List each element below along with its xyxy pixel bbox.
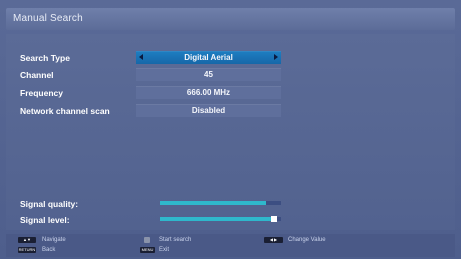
search-type-value: Digital Aerial xyxy=(184,53,233,62)
signal-level-label: Signal level: xyxy=(20,215,70,225)
frequency-value: 666.00 MHz xyxy=(186,88,231,97)
channel-label: Channel xyxy=(20,70,54,80)
network-channel-scan-field[interactable]: Disabled xyxy=(136,104,281,117)
change-value-hint: Change Value xyxy=(288,237,326,243)
page-title: Manual Search xyxy=(13,13,83,24)
signal-quality-bar xyxy=(160,201,281,205)
settings-panel: Search Type Digital Aerial Channel 45 Fr… xyxy=(6,34,455,230)
frequency-field[interactable]: 666.00 MHz xyxy=(136,86,281,99)
back-hint: Back xyxy=(42,247,56,253)
signal-quality-label: Signal quality: xyxy=(20,199,79,209)
network-channel-scan-value: Disabled xyxy=(191,106,226,115)
channel-field[interactable]: 45 xyxy=(136,68,281,81)
navigate-key-icon: ▲▼ xyxy=(18,237,36,243)
network-channel-scan-label: Network channel scan xyxy=(20,106,110,116)
title-bar: Manual Search xyxy=(6,8,455,30)
channel-value: 45 xyxy=(204,70,213,79)
signal-level-bar xyxy=(160,216,281,222)
menu-key-icon: MENU xyxy=(140,247,155,253)
ok-key-icon xyxy=(144,237,150,243)
navigate-hint: Navigate xyxy=(42,237,66,243)
arrow-right-icon[interactable] xyxy=(274,54,278,60)
signal-level-fill xyxy=(160,217,271,221)
tv-menu-screen: Manual Search Search Type Digital Aerial… xyxy=(0,0,461,259)
exit-hint: Exit xyxy=(159,247,170,253)
signal-level-marker xyxy=(271,216,277,222)
footer-hints: ▲▼ Navigate RETURN Back Start search MEN… xyxy=(6,234,455,257)
search-type-label: Search Type xyxy=(20,53,70,63)
left-right-key-icon: ◀ ▶ xyxy=(264,237,283,243)
search-type-selector[interactable]: Digital Aerial xyxy=(136,51,281,64)
frequency-label: Frequency xyxy=(20,88,63,98)
return-key-icon: RETURN xyxy=(18,247,36,253)
start-search-hint: Start search xyxy=(159,237,192,243)
signal-quality-fill xyxy=(160,201,266,205)
arrow-left-icon[interactable] xyxy=(139,54,143,60)
